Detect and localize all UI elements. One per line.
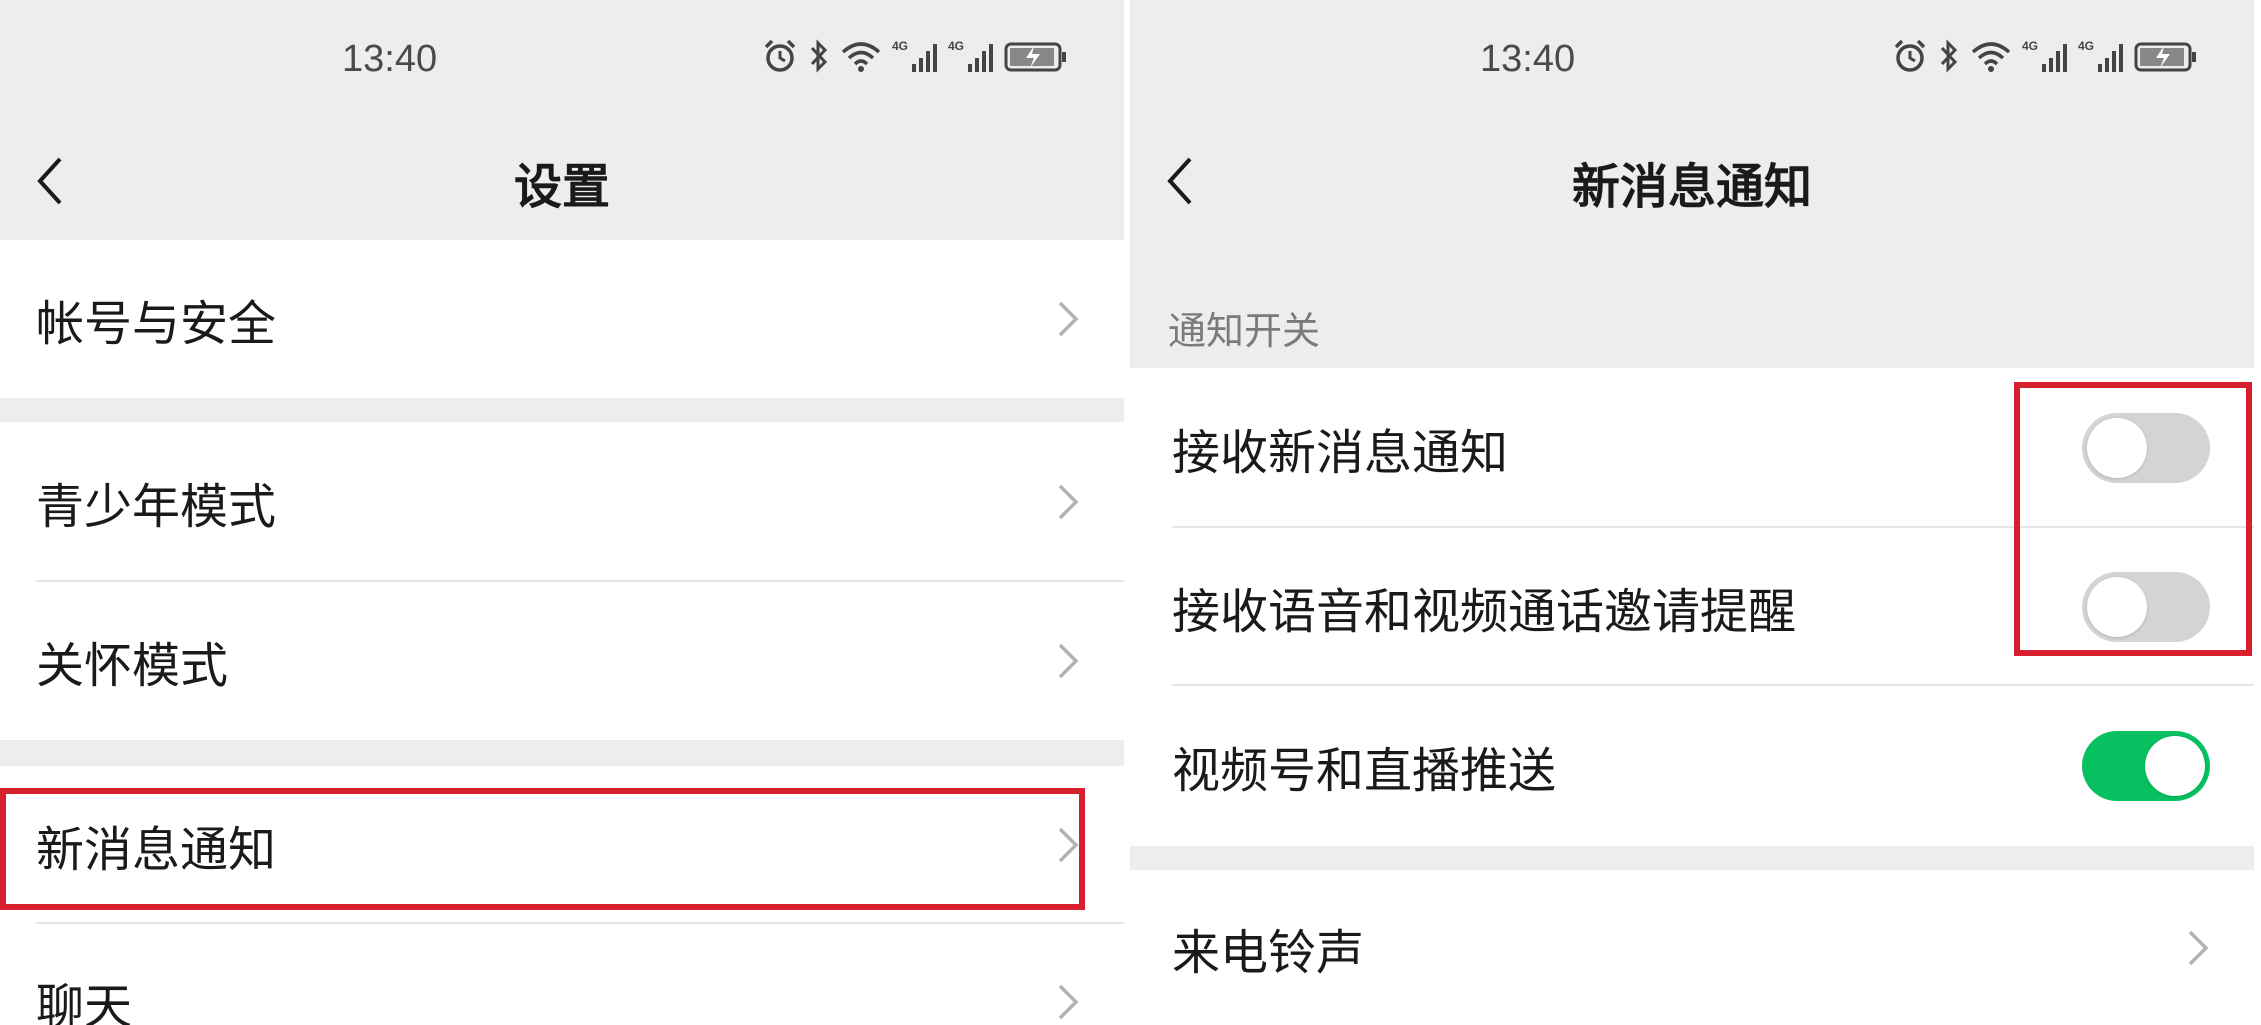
bluetooth-icon <box>1940 39 1958 73</box>
toggle-row-label: 视频号和直播推送 <box>1172 743 1557 799</box>
settings-item-care-mode[interactable]: 关怀模式 <box>0 582 1124 740</box>
status-time: 13:40 <box>342 38 438 80</box>
wifi-icon <box>1971 42 2011 72</box>
status-icons: 4G 4G <box>1892 38 2198 74</box>
settings-item-label: 帐号与安全 <box>36 296 277 352</box>
status-bar: 13:40 4G 4G <box>1130 0 2254 125</box>
new-message-notification-screen: 13:40 4G 4G 新消息通知 通知开关 接收新消息通知 接收语音和视频通话… <box>1130 0 2254 1025</box>
svg-text:4G: 4G <box>2022 39 2038 53</box>
settings-item-ringtone[interactable]: 来电铃声 <box>1130 870 2254 1025</box>
status-time: 13:40 <box>1480 38 1576 80</box>
battery-charging-icon <box>1004 42 1066 72</box>
settings-item-label: 聊天 <box>36 979 133 1025</box>
nav-bar: 新消息通知 <box>1130 125 2254 240</box>
svg-text:4G: 4G <box>892 39 908 53</box>
toggle-knob <box>2087 418 2147 478</box>
chevron-right-icon <box>1058 984 1079 1020</box>
toggle-row-receive-new-message: 接收新消息通知 <box>1130 368 2254 528</box>
settings-item-youth-mode[interactable]: 青少年模式 <box>0 422 1124 582</box>
settings-item-label: 青少年模式 <box>36 479 277 535</box>
chevron-right-icon <box>1058 827 1079 863</box>
settings-item-new-message-notification[interactable]: 新消息通知 <box>0 766 1124 924</box>
toggle-knob <box>2145 736 2205 796</box>
chevron-right-icon <box>1058 643 1079 679</box>
settings-item-label: 关怀模式 <box>36 638 229 694</box>
battery-charging-icon <box>2134 42 2196 72</box>
chevron-right-icon <box>1058 301 1079 337</box>
call-invitation-toggle[interactable] <box>2082 572 2210 642</box>
4g-signal-icon: 4G <box>2022 39 2067 72</box>
svg-text:4G: 4G <box>948 39 964 53</box>
toggle-row-label: 接收语音和视频通话邀请提醒 <box>1172 584 1797 640</box>
nav-bar: 设置 <box>0 125 1124 240</box>
channels-live-push-toggle[interactable] <box>2082 731 2210 801</box>
page-title: 设置 <box>513 159 610 215</box>
status-bar: 13:40 4G 4G <box>0 0 1124 125</box>
svg-text:4G: 4G <box>2078 39 2094 53</box>
settings-item-label: 来电铃声 <box>1172 925 1365 981</box>
bluetooth-icon <box>810 39 828 73</box>
toggle-row-call-invitation: 接收语音和视频通话邀请提醒 <box>1130 528 2254 686</box>
section-label: 通知开关 <box>1168 309 1321 353</box>
alarm-icon <box>764 39 796 72</box>
toggle-row-label: 接收新消息通知 <box>1172 425 1509 481</box>
page-title: 新消息通知 <box>1571 159 1812 215</box>
status-icons: 4G 4G <box>762 38 1068 74</box>
settings-item-chat[interactable]: 聊天 <box>0 924 1124 1025</box>
settings-item-account-security[interactable]: 帐号与安全 <box>0 240 1124 398</box>
settings-item-label: 新消息通知 <box>36 822 277 878</box>
wifi-icon <box>841 42 881 72</box>
4g-signal-icon: 4G <box>948 39 993 72</box>
4g-signal-icon: 4G <box>2078 39 2123 72</box>
4g-signal-icon: 4G <box>892 39 937 72</box>
chevron-right-icon <box>2188 930 2209 966</box>
receive-new-message-toggle[interactable] <box>2082 413 2210 483</box>
settings-screen: 13:40 4G 4G 设置 帐号与安全 青少年模式 关怀模式 新消息通知 聊天 <box>0 0 1124 1025</box>
alarm-icon <box>1894 39 1926 72</box>
chevron-right-icon <box>1058 484 1079 520</box>
toggle-knob <box>2087 577 2147 637</box>
toggle-row-channels-live-push: 视频号和直播推送 <box>1130 686 2254 846</box>
